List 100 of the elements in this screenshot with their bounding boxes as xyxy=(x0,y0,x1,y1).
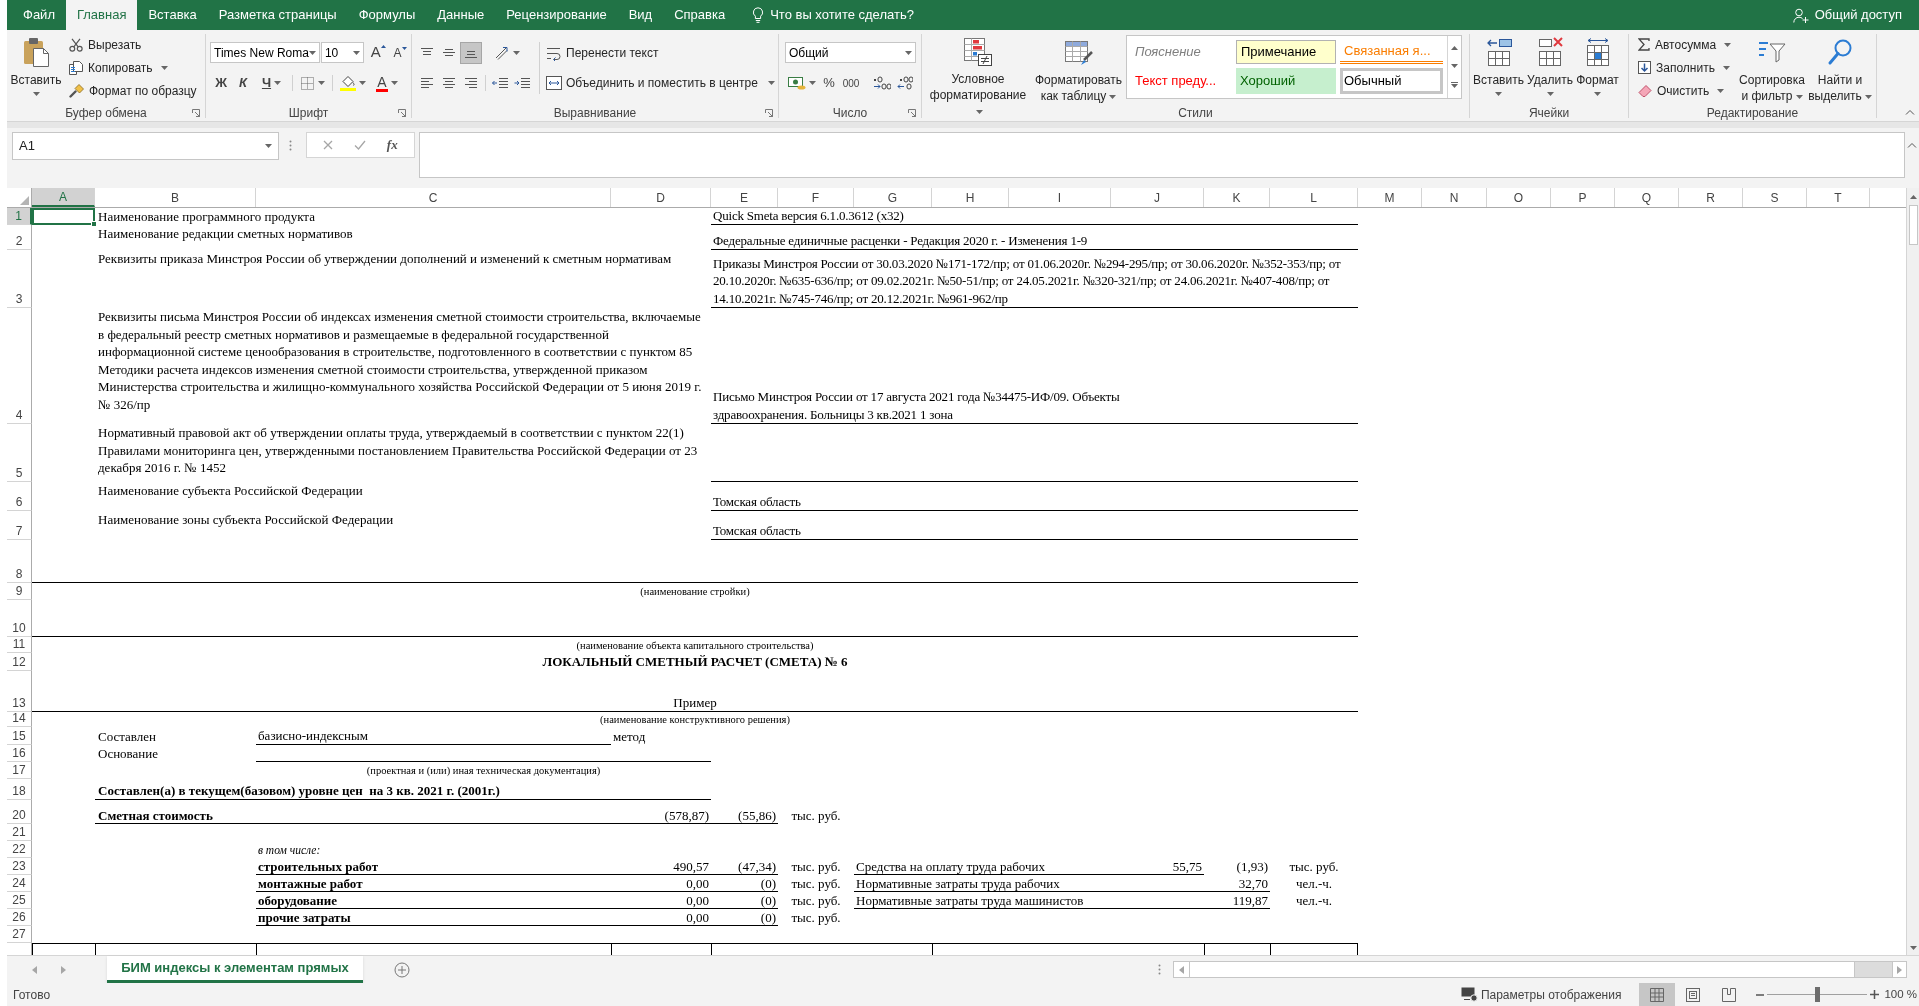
cell-style[interactable]: Пояснение xyxy=(1131,40,1232,64)
row-header[interactable]: 8 xyxy=(7,540,32,583)
paste-button[interactable]: Вставить xyxy=(7,30,65,105)
row-header[interactable]: 7 xyxy=(7,511,32,540)
row-header[interactable]: 18 xyxy=(7,779,32,800)
row-header[interactable]: 5 xyxy=(7,424,32,482)
copy-button[interactable]: Копировать xyxy=(67,56,199,79)
cell-style[interactable]: Текст преду... xyxy=(1131,68,1232,94)
scrollbar-thumb[interactable] xyxy=(1908,205,1918,245)
column-header[interactable]: M xyxy=(1358,188,1422,207)
column-header[interactable]: D xyxy=(611,188,711,207)
ribbon-tab[interactable]: Разметка страницы xyxy=(207,0,348,30)
more-dots-icon[interactable] xyxy=(1158,964,1161,975)
row-header[interactable]: 17 xyxy=(7,762,32,779)
column-header[interactable]: G xyxy=(854,188,932,207)
italic-button[interactable]: К xyxy=(232,72,254,94)
ribbon-tab[interactable]: Файл xyxy=(12,0,66,30)
align-bottom-button[interactable] xyxy=(460,42,482,64)
column-header[interactable]: I xyxy=(1009,188,1111,207)
row-header[interactable]: 12 xyxy=(7,653,32,671)
sheet-tab[interactable]: БИМ индексы к элементам прямых xyxy=(107,956,363,983)
row-header[interactable]: 24 xyxy=(7,875,32,892)
display-settings-button[interactable]: Параметры отображения xyxy=(1460,985,1622,1004)
dialog-launcher-icon[interactable] xyxy=(192,109,200,117)
caret-up-icon[interactable] xyxy=(1909,194,1917,199)
autosum-button[interactable]: Автосумма xyxy=(1636,33,1738,56)
close-icon[interactable] xyxy=(323,140,334,150)
cut-button[interactable]: Вырезать xyxy=(67,33,199,56)
row-header[interactable]: 11 xyxy=(7,637,32,653)
row-header[interactable]: 13 xyxy=(7,671,32,712)
expand-caret-icon[interactable] xyxy=(1451,82,1458,88)
row-header[interactable]: 15 xyxy=(7,727,32,745)
column-header[interactable]: C xyxy=(256,188,611,207)
name-box[interactable]: A1 xyxy=(12,132,279,160)
row-header[interactable]: 20 xyxy=(7,800,32,824)
fill-handle[interactable] xyxy=(91,221,97,227)
formula-field[interactable] xyxy=(419,132,1905,178)
vertical-scrollbar[interactable] xyxy=(1906,188,1919,955)
ribbon-tab[interactable]: Рецензирование xyxy=(495,0,618,30)
caret-up-icon[interactable] xyxy=(1451,46,1458,50)
cell-style[interactable]: Хороший xyxy=(1236,68,1336,94)
conditional-formatting-button[interactable]: Условное форматирование xyxy=(926,30,1030,105)
dialog-launcher-icon[interactable] xyxy=(398,109,406,117)
caret-right-icon[interactable] xyxy=(1897,965,1902,974)
zoom-slider[interactable] xyxy=(1767,987,1868,1002)
chevron-up-icon[interactable] xyxy=(1905,109,1915,115)
column-header[interactable]: K xyxy=(1204,188,1270,207)
row-header[interactable]: 10 xyxy=(7,600,32,637)
format-as-table-button[interactable]: Форматировать как таблицу xyxy=(1032,30,1125,105)
scrollbar-thumb[interactable] xyxy=(1190,962,1855,977)
font-color-button[interactable]: A xyxy=(370,72,404,94)
caret-left-icon[interactable] xyxy=(1179,965,1184,974)
normal-view-button[interactable] xyxy=(1639,983,1676,1006)
cell-style[interactable]: Обычный xyxy=(1340,68,1443,94)
ribbon-tab[interactable]: Формулы xyxy=(347,0,427,30)
row-header[interactable]: 1 xyxy=(7,208,32,225)
chevron-up-icon[interactable] xyxy=(1907,142,1917,148)
minus-icon[interactable] xyxy=(1756,993,1765,996)
bold-button[interactable]: Ж xyxy=(210,72,232,94)
column-header[interactable]: J xyxy=(1111,188,1204,207)
shrink-font-button[interactable]: A xyxy=(389,42,411,63)
dialog-launcher-icon[interactable] xyxy=(908,109,916,117)
ribbon-tab[interactable]: Данные xyxy=(426,0,496,30)
column-header[interactable]: P xyxy=(1551,188,1615,207)
row-header[interactable]: 23 xyxy=(7,858,32,875)
column-header[interactable]: Q xyxy=(1615,188,1679,207)
dialog-launcher-icon[interactable] xyxy=(765,109,773,117)
percent-button[interactable]: % xyxy=(819,72,839,94)
row-header[interactable]: 3 xyxy=(7,250,32,308)
font-size-combobox[interactable]: 10 xyxy=(320,42,364,63)
ribbon-tab[interactable]: Вставка xyxy=(137,0,208,30)
more-dots-icon[interactable] xyxy=(289,140,292,151)
row-header[interactable]: 21 xyxy=(7,824,32,841)
column-header[interactable]: L xyxy=(1270,188,1358,207)
column-header[interactable]: F xyxy=(778,188,854,207)
row-header[interactable]: 9 xyxy=(7,583,32,600)
merge-center-button[interactable]: Объединить и поместить в центре xyxy=(545,72,776,94)
ribbon-tab[interactable]: Вид xyxy=(617,0,664,30)
column-header[interactable]: T xyxy=(1807,188,1870,207)
fill-button[interactable]: Заполнить xyxy=(1636,56,1738,79)
column-header[interactable]: O xyxy=(1487,188,1551,207)
ribbon-tab[interactable]: Справка xyxy=(663,0,737,30)
thousands-button[interactable]: 000 xyxy=(839,72,863,94)
share-button[interactable]: Общий доступ xyxy=(1792,0,1902,30)
row-header[interactable]: 25 xyxy=(7,892,32,909)
cell-style[interactable]: Примечание xyxy=(1236,40,1336,64)
column-header[interactable]: H xyxy=(932,188,1009,207)
row-header[interactable]: 16 xyxy=(7,745,32,762)
find-select-button[interactable]: Найти и выделить xyxy=(1808,30,1872,105)
row-header[interactable]: 26 xyxy=(7,909,32,926)
column-header[interactable]: N xyxy=(1422,188,1487,207)
delete-cells-button[interactable]: Удалить xyxy=(1528,30,1572,105)
sort-filter-button[interactable]: Сортировка и фильтр xyxy=(1738,30,1806,105)
row-header[interactable]: 22 xyxy=(7,841,32,858)
caret-down-icon[interactable] xyxy=(1909,946,1917,950)
column-header[interactable]: S xyxy=(1743,188,1807,207)
column-header[interactable]: B xyxy=(95,188,256,207)
column-header[interactable]: R xyxy=(1679,188,1743,207)
plus-icon[interactable] xyxy=(1870,990,1880,999)
plus-circle-icon[interactable] xyxy=(394,961,410,978)
